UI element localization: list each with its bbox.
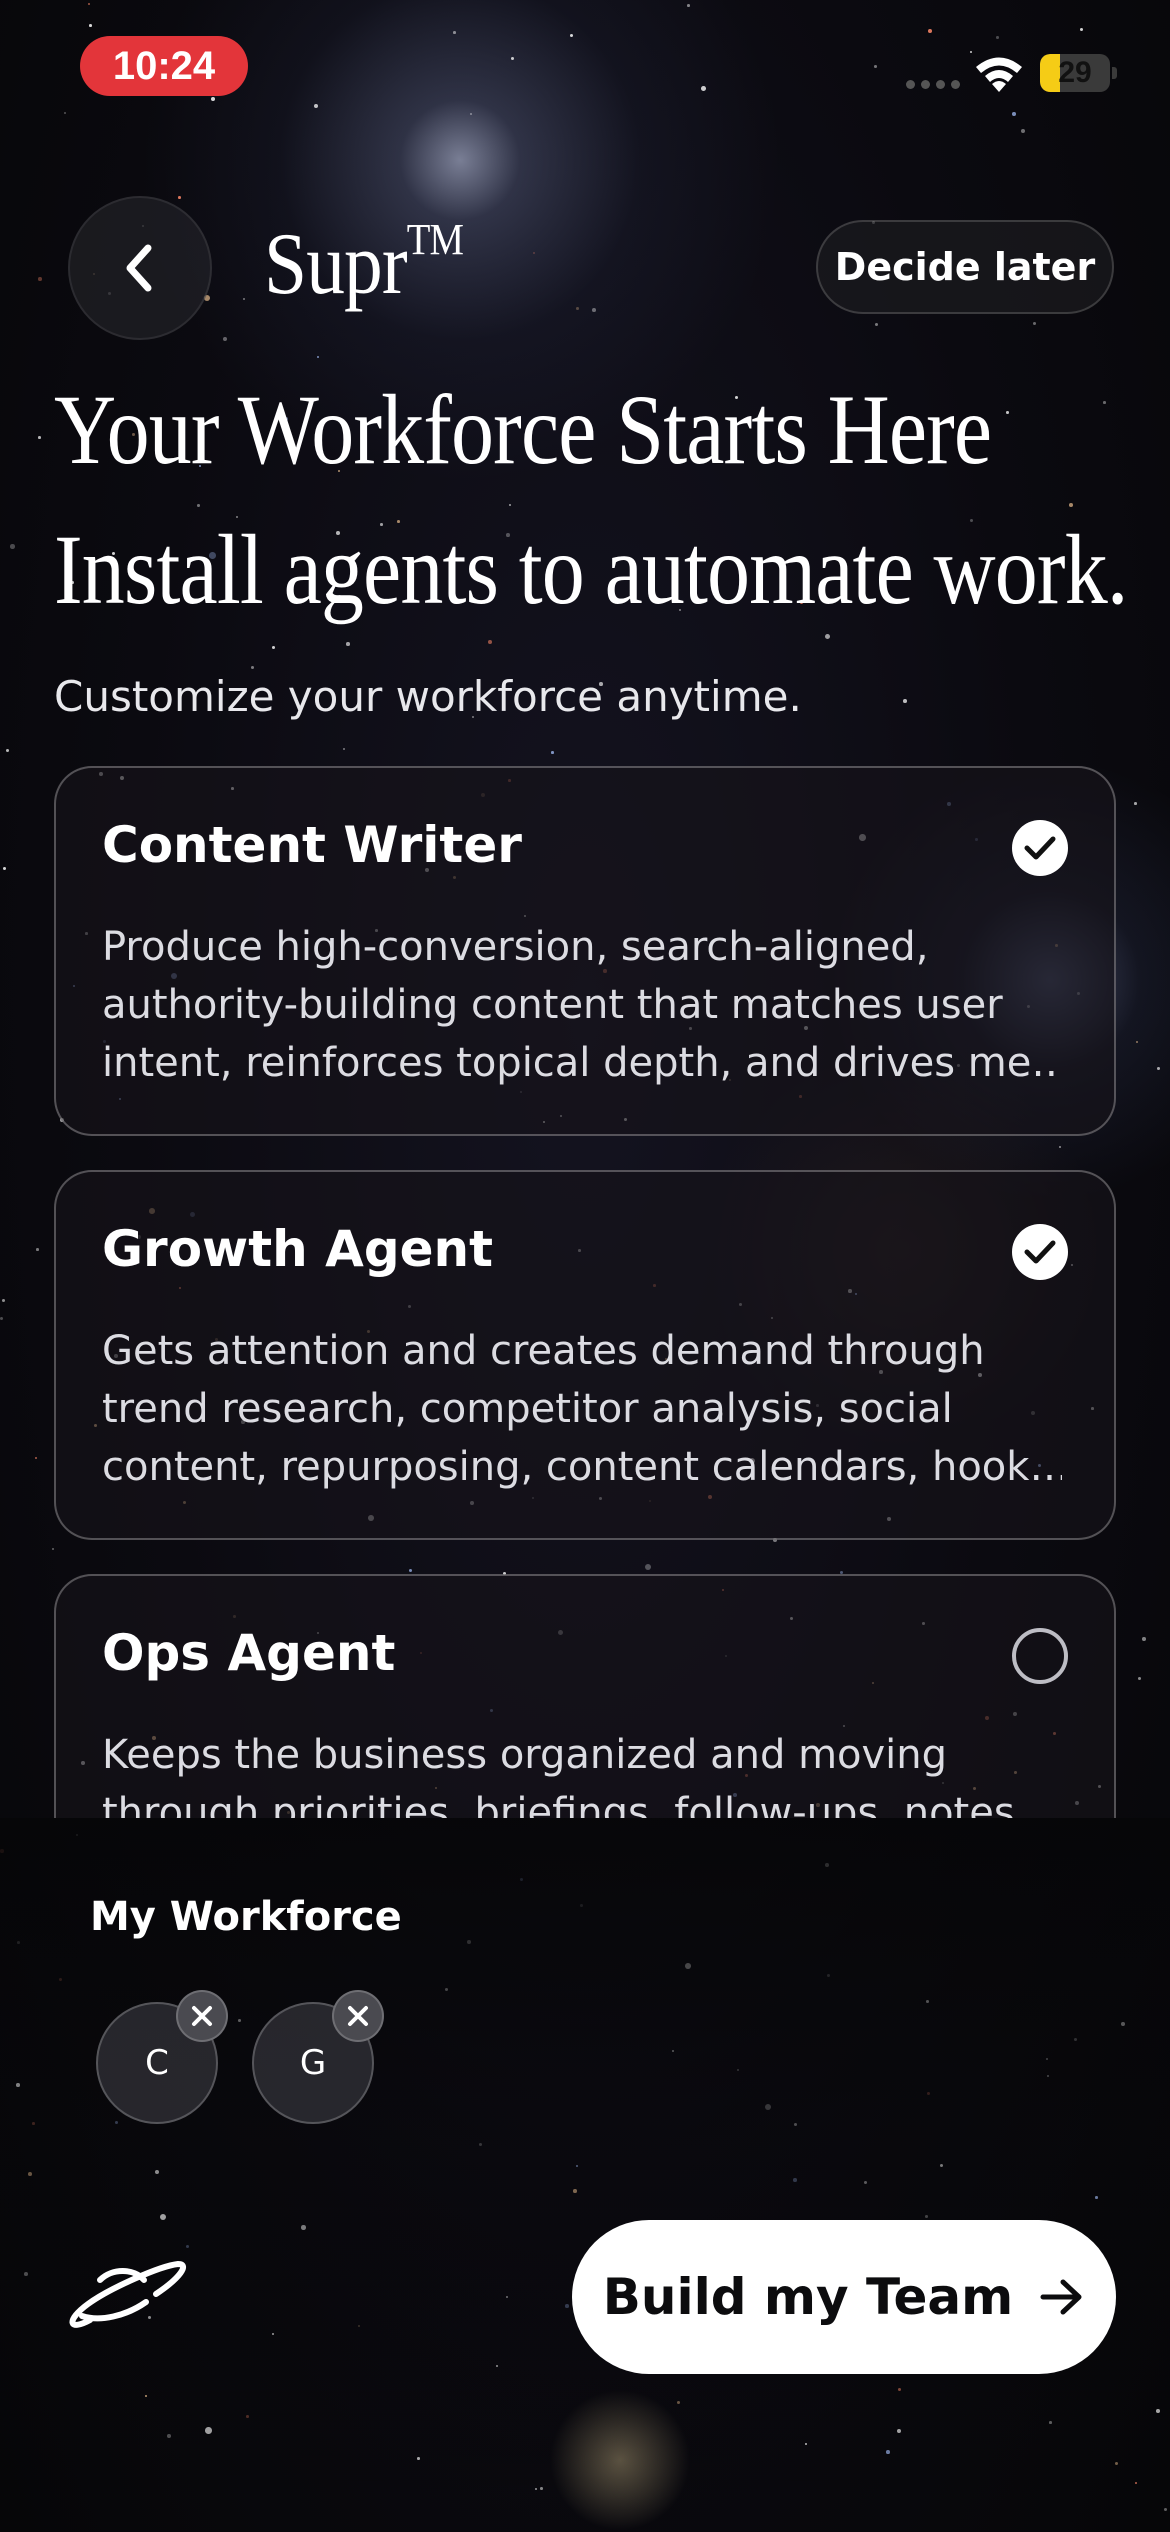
star: [346, 642, 350, 646]
battery-indicator: 29: [1040, 54, 1117, 92]
status-time: 10:24: [80, 36, 248, 96]
build-team-label: Build my Team: [602, 2268, 1014, 2326]
agent-name: Content Writer: [102, 816, 522, 874]
workforce-member-chip[interactable]: G: [252, 1990, 384, 2124]
star: [197, 504, 200, 507]
helper-text: Customize your workforce anytime.: [54, 672, 802, 721]
build-team-button[interactable]: Build my Team: [572, 2220, 1116, 2374]
agent-card-content-writer[interactable]: Content Writer Produce high-conversion, …: [54, 766, 1116, 1136]
agent-card-ops-agent[interactable]: Ops Agent Keeps the business organized a…: [54, 1574, 1116, 1818]
description-line: content, repurposing, content calendars,…: [102, 1444, 1062, 1490]
status-bar: 10:24 29: [0, 0, 1170, 130]
page-subtitle: Install agents to automate work.: [54, 514, 1128, 625]
star: [592, 308, 596, 312]
description-line: through priorities, briefings, follow-up…: [102, 1790, 1028, 1818]
checkmark-selected-icon[interactable]: [1012, 1224, 1068, 1280]
unselected-radio-icon[interactable]: [1012, 1628, 1068, 1684]
brand-name: Supr: [264, 216, 408, 313]
agent-description: Gets attention and creates demand throug…: [102, 1322, 1062, 1496]
star: [251, 666, 254, 669]
star: [223, 337, 227, 341]
star: [178, 196, 181, 199]
star: [38, 436, 41, 439]
star: [38, 277, 42, 281]
star: [1006, 411, 1009, 414]
star: [551, 751, 554, 754]
agent-description: Produce high-conversion, search-aligned,…: [102, 918, 1062, 1092]
star: [488, 640, 492, 644]
star: [576, 307, 579, 310]
decide-later-button[interactable]: Decide later: [816, 220, 1114, 314]
member-initial: C: [145, 2043, 169, 2083]
close-icon: [348, 2006, 368, 2026]
remove-member-button[interactable]: [332, 1990, 384, 2042]
remove-member-button[interactable]: [176, 1990, 228, 2042]
star: [10, 544, 15, 549]
description-line: intent, reinforces topical depth, and dr…: [102, 1040, 1062, 1086]
agent-name: Growth Agent: [102, 1220, 494, 1278]
arrow-right-icon: [1040, 2279, 1082, 2315]
back-button[interactable]: [68, 196, 212, 340]
description-line: Produce high-conversion, search-aligned,: [102, 924, 929, 970]
star: [1069, 503, 1073, 507]
chevron-left-icon: [126, 244, 152, 292]
brand-logo: SuprTM: [264, 210, 464, 320]
agent-card-growth-agent[interactable]: Growth Agent Gets attention and creates …: [54, 1170, 1116, 1540]
checkmark-selected-icon[interactable]: [1012, 820, 1068, 876]
battery-level: 29: [1058, 56, 1092, 89]
agent-name: Ops Agent: [102, 1624, 396, 1682]
description-line: authority-building content that matches …: [102, 982, 1003, 1028]
agent-description: Keeps the business organized and moving …: [102, 1726, 1062, 1818]
agent-list[interactable]: Content Writer Produce high-conversion, …: [0, 760, 1170, 1818]
description-line: trend research, competitor analysis, soc…: [102, 1386, 953, 1432]
workforce-member-chip[interactable]: C: [96, 1990, 228, 2124]
brand-trademark: TM: [406, 215, 464, 264]
star: [903, 699, 907, 703]
description-line: Keeps the business organized and moving: [102, 1732, 948, 1778]
close-icon: [192, 2006, 212, 2026]
planet-logo-icon: [69, 2260, 186, 2328]
description-line: Gets attention and creates demand throug…: [102, 1328, 985, 1374]
page-title: Your Workforce Starts Here: [54, 374, 992, 485]
star: [1103, 401, 1106, 404]
cellular-signal-icon: [906, 80, 960, 89]
wifi-icon: [976, 57, 1022, 92]
member-initial: G: [299, 2043, 327, 2083]
workforce-title: My Workforce: [90, 1894, 402, 1940]
